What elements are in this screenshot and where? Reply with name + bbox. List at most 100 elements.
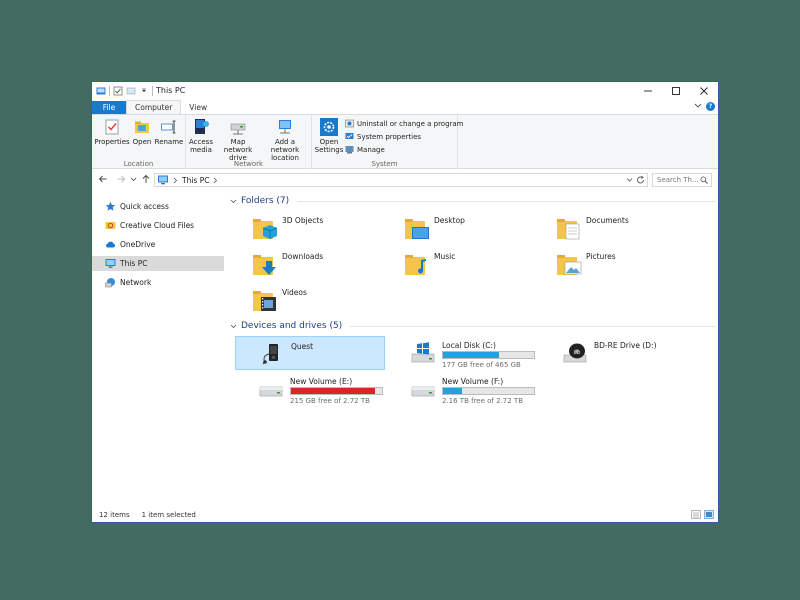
new-folder-icon[interactable] [126, 86, 136, 96]
map-network-drive-button[interactable]: Map network drive [216, 118, 260, 162]
device-quest[interactable]: Quest [235, 336, 385, 370]
qat-dropdown-icon[interactable] [139, 86, 149, 96]
properties-check-icon[interactable] [113, 86, 123, 96]
breadcrumb-chevron-icon[interactable] [173, 177, 178, 184]
access-media-label: Access media [189, 138, 213, 154]
open-button[interactable]: Open [130, 118, 154, 146]
navigation-pane: Quick access Creative Cloud Files OneDri… [92, 192, 226, 504]
ribbon: Properties Open Rename Location Access m… [92, 114, 718, 169]
help-button[interactable]: ? [706, 102, 715, 111]
drive-usage-fill [443, 388, 463, 394]
cloud-icon [106, 241, 116, 248]
properties-button[interactable]: Properties [94, 118, 130, 146]
tab-file[interactable]: File [92, 101, 126, 114]
minimize-button[interactable] [634, 82, 662, 100]
chevron-down-icon [230, 324, 237, 328]
device-label: New Volume (F:) [442, 377, 504, 386]
folder-label: Music [434, 252, 456, 261]
nav-item-this-pc[interactable]: This PC [92, 256, 224, 271]
map-network-drive-label: Map network drive [223, 138, 253, 162]
uninstall-icon [345, 119, 354, 128]
nav-item-onedrive[interactable]: OneDrive [92, 237, 224, 252]
breadcrumb-chevron-icon[interactable] [213, 177, 218, 184]
open-settings-button[interactable]: Open Settings [315, 118, 343, 154]
system-properties-button[interactable]: System properties [345, 132, 421, 141]
folder-3d-objects[interactable]: 3D Objects [226, 214, 376, 246]
nav-item-creative-cloud-files[interactable]: Creative Cloud Files [92, 218, 224, 233]
address-bar[interactable]: This PC [154, 173, 648, 187]
folder-desktop[interactable]: Desktop [378, 214, 528, 246]
folder-documents[interactable]: Documents [530, 214, 680, 246]
breadcrumb-this-pc[interactable]: This PC [182, 176, 209, 185]
tab-computer[interactable]: Computer [126, 100, 182, 114]
maximize-button[interactable] [662, 82, 690, 100]
drive-free-space: 215 GB free of 2.72 TB [290, 397, 370, 405]
drive-usage-bar [442, 387, 535, 395]
manage-button[interactable]: Manage [345, 145, 385, 154]
drive-usage-fill [443, 352, 500, 358]
tab-view[interactable]: View [181, 101, 215, 114]
ribbon-group-network: Access media Map network drive Add a net… [186, 115, 312, 169]
title-bar: This PC [92, 82, 718, 100]
media-player-icon [262, 344, 278, 365]
folder-label: Pictures [586, 252, 616, 261]
devices-section-header[interactable]: Devices and drives (5) [230, 321, 716, 331]
nav-item-network[interactable]: Network [92, 275, 224, 290]
close-icon [700, 87, 708, 95]
device-local-disk-c[interactable]: Local Disk (C:) 177 GB free of 465 GB [387, 336, 537, 370]
folders-section-header[interactable]: Folders (7) [230, 196, 716, 206]
folder-label: Desktop [434, 216, 465, 225]
downloads-folder-icon [253, 255, 276, 275]
close-button[interactable] [690, 82, 718, 100]
folder-music[interactable]: Music [378, 250, 528, 282]
group-label-network: Network [233, 160, 264, 168]
device-label: New Volume (E:) [290, 377, 353, 386]
drive-usage-fill [291, 388, 375, 394]
quick-access-toolbar [96, 85, 153, 97]
up-arrow-icon[interactable] [141, 174, 151, 184]
address-dropdown-icon[interactable] [626, 175, 633, 184]
rename-button[interactable]: Rename [154, 118, 184, 146]
device-bd-re-drive-d[interactable]: BD BD-RE Drive (D:) [539, 336, 689, 370]
settings-gear-icon [320, 118, 338, 136]
desktop-folder-icon [405, 219, 429, 239]
music-folder-icon [405, 255, 426, 275]
folder-videos[interactable]: Videos [226, 286, 376, 318]
maximize-icon [672, 87, 680, 95]
nav-item-label: Network [120, 278, 152, 287]
minimize-icon [644, 90, 652, 92]
open-settings-label: Open Settings [314, 138, 344, 154]
folder-label: Downloads [282, 252, 324, 261]
folder-downloads[interactable]: Downloads [226, 250, 376, 282]
devices-header-label: Devices and drives (5) [241, 321, 343, 331]
ribbon-collapse-icon[interactable] [694, 101, 702, 109]
back-arrow-icon[interactable] [98, 174, 108, 184]
view-toggle [691, 510, 714, 519]
search-box[interactable]: Search Th... [652, 173, 712, 187]
device-new-volume-f[interactable]: New Volume (F:) 2.16 TB free of 2.72 TB [387, 372, 537, 406]
drive-free-space: 177 GB free of 465 GB [442, 361, 521, 369]
access-media-button[interactable]: Access media [188, 118, 214, 154]
add-network-location-label: Add a network location [270, 138, 300, 162]
refresh-icon[interactable] [636, 175, 645, 185]
recent-locations-chevron-icon[interactable] [130, 176, 137, 183]
ribbon-group-system: Open Settings Uninstall or change a prog… [312, 115, 464, 169]
qat-separator [152, 86, 153, 96]
folders-header-label: Folders (7) [241, 196, 290, 206]
folder-pictures[interactable]: Pictures [530, 250, 680, 282]
add-network-location-button[interactable]: Add a network location [260, 118, 310, 162]
open-label: Open [132, 138, 152, 146]
chevron-down-icon [230, 199, 237, 203]
windows-drive-icon [411, 342, 435, 363]
forward-arrow-icon[interactable] [116, 174, 126, 184]
nav-item-quick-access[interactable]: Quick access [92, 199, 224, 214]
caption-buttons [634, 82, 718, 100]
item-count: 12 items [99, 511, 130, 519]
large-icons-view-icon[interactable] [704, 510, 714, 519]
device-new-volume-e[interactable]: New Volume (E:) 215 GB free of 2.72 TB [235, 372, 385, 406]
nav-item-label: OneDrive [120, 240, 156, 249]
hard-drive-icon [259, 386, 283, 397]
uninstall-program-button[interactable]: Uninstall or change a program [345, 119, 464, 128]
details-view-icon[interactable] [691, 510, 701, 519]
system-properties-icon [345, 133, 354, 139]
